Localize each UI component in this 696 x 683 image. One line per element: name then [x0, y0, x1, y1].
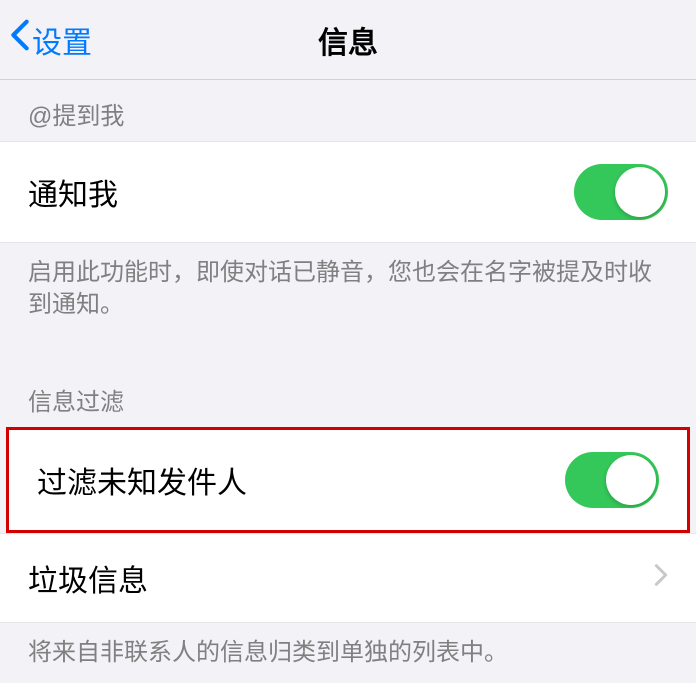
nav-header: 设置 信息 [0, 0, 696, 80]
filter-unknown-toggle[interactable] [565, 452, 659, 508]
toggle-knob [615, 167, 665, 217]
filter-unknown-cell: 过滤未知发件人 [9, 430, 687, 530]
notify-me-toggle[interactable] [574, 164, 668, 220]
chevron-left-icon [10, 18, 30, 61]
back-button[interactable]: 设置 [0, 18, 92, 62]
back-label: 设置 [32, 18, 92, 62]
notify-me-label: 通知我 [28, 170, 118, 214]
section-header-filter: 信息过滤 [0, 366, 696, 427]
toggle-knob [606, 455, 656, 505]
section-footer-filter: 将来自非联系人的信息归类到单独的列表中。 [0, 623, 696, 683]
section-footer-mentions: 启用此功能时，即使对话已静音，您也会在名字被提及时收到通知。 [0, 243, 696, 336]
chevron-right-icon [654, 562, 668, 594]
section-header-mentions: @提到我 [0, 80, 696, 141]
page-title: 信息 [318, 18, 378, 62]
notify-me-cell: 通知我 [0, 141, 696, 243]
junk-messages-cell[interactable]: 垃圾信息 [0, 533, 696, 623]
highlighted-row: 过滤未知发件人 [6, 427, 690, 533]
filter-unknown-label: 过滤未知发件人 [37, 458, 247, 502]
junk-messages-label: 垃圾信息 [28, 556, 148, 600]
